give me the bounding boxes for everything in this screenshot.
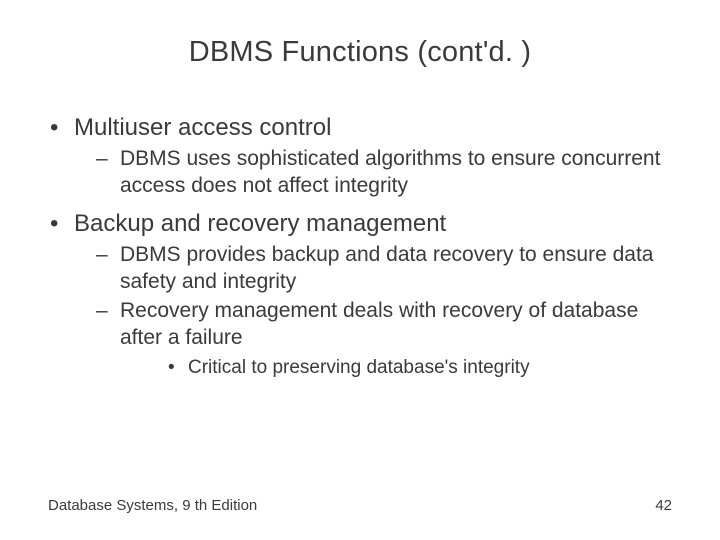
list-item-text: DBMS uses sophisticated algorithms to en… — [120, 147, 660, 197]
page-number: 42 — [655, 497, 672, 514]
list-item: DBMS uses sophisticated algorithms to en… — [74, 146, 672, 200]
list-item-text: Recovery management deals with recovery … — [120, 299, 638, 349]
bullet-list: Multiuser access control DBMS uses sophi… — [48, 113, 672, 380]
list-item: Critical to preserving database's integr… — [120, 356, 672, 381]
footer: Database Systems, 9 th Edition 42 — [48, 497, 672, 514]
list-item: DBMS provides backup and data recovery t… — [74, 242, 672, 296]
slide: DBMS Functions (cont'd. ) Multiuser acce… — [0, 0, 720, 540]
sub-sub-list: Critical to preserving database's integr… — [120, 356, 672, 381]
list-item-text: Backup and recovery management — [74, 210, 446, 237]
list-item-text: Multiuser access control — [74, 114, 331, 141]
sub-list: DBMS uses sophisticated algorithms to en… — [74, 146, 672, 200]
slide-title: DBMS Functions (cont'd. ) — [48, 36, 672, 69]
list-item-text: DBMS provides backup and data recovery t… — [120, 243, 653, 293]
list-item-text: Critical to preserving database's integr… — [188, 357, 530, 378]
sub-list: DBMS provides backup and data recovery t… — [74, 242, 672, 380]
list-item: Multiuser access control DBMS uses sophi… — [48, 113, 672, 199]
list-item: Backup and recovery management DBMS prov… — [48, 209, 672, 380]
footer-source: Database Systems, 9 th Edition — [48, 497, 257, 514]
list-item: Recovery management deals with recovery … — [74, 298, 672, 380]
